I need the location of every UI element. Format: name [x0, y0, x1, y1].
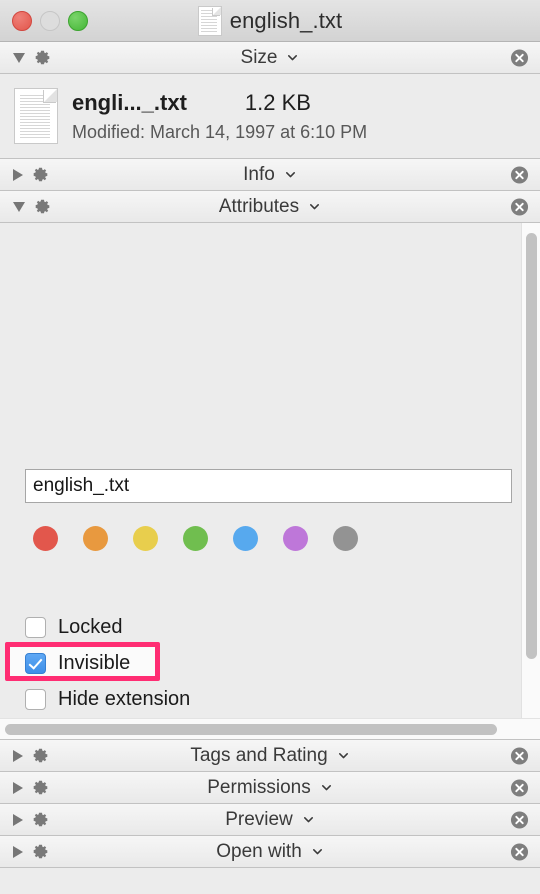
checkbox-label: Locked [58, 615, 123, 638]
color-tag-green[interactable] [183, 526, 208, 551]
window-title: english_.txt [229, 7, 343, 33]
gear-icon[interactable] [32, 843, 49, 860]
gear-icon[interactable] [32, 166, 49, 183]
disclosure-triangle-icon[interactable] [13, 52, 25, 63]
section-permissions-controls [0, 779, 49, 796]
document-icon [14, 88, 58, 144]
section-header-attributes[interactable]: Attributes [0, 191, 540, 223]
section-title: Attributes [218, 195, 300, 217]
checkbox-invisible[interactable] [25, 652, 46, 674]
section-preview-title-group: Preview [0, 809, 540, 831]
section-header-open-with[interactable]: Open with [0, 836, 540, 868]
section-tags-and-rating-controls [0, 747, 49, 764]
color-tag-yellow[interactable] [133, 526, 158, 551]
section-open-with-controls [0, 843, 49, 860]
section-size-controls [0, 49, 51, 66]
checkbox-hide-extension[interactable] [25, 688, 46, 710]
section-size-title-group: Size [0, 47, 540, 69]
disclosure-triangle-icon[interactable] [13, 168, 23, 181]
section-attributes-controls [0, 198, 51, 215]
file-size-label: 1.2 KB [244, 89, 311, 115]
close-circle-icon[interactable] [510, 197, 529, 216]
section-header-size[interactable]: Size [0, 42, 540, 74]
gear-icon[interactable] [34, 49, 51, 66]
chevron-down-icon[interactable] [311, 845, 324, 858]
chevron-down-icon[interactable] [337, 749, 350, 762]
gear-icon[interactable] [32, 811, 49, 828]
file-name-label: engli..._.txt [72, 89, 187, 115]
collapsed-sections-list: Tags and Rating Permissions Preview Open wi… [0, 740, 540, 868]
checkbox-row-hide-extension[interactable]: Hide extension [25, 681, 190, 717]
gear-icon[interactable] [32, 779, 49, 796]
horizontal-scrollbar-thumb[interactable] [5, 724, 497, 735]
traffic-light-buttons [12, 11, 88, 31]
close-window-button[interactable] [12, 11, 32, 31]
document-icon [197, 5, 222, 36]
attribute-checkbox-list: LockedInvisibleHide extensionStationery … [25, 609, 190, 718]
section-info-title-group: Info [0, 164, 540, 186]
section-tags-and-rating-title-group: Tags and Rating [0, 745, 540, 767]
vertical-scrollbar-thumb[interactable] [526, 233, 537, 659]
close-circle-icon[interactable] [510, 778, 529, 797]
color-tag-blue[interactable] [233, 526, 258, 551]
size-name-and-size-row: engli..._.txt 1.2 KB [72, 90, 522, 116]
zoom-window-button[interactable] [68, 11, 88, 31]
minimize-window-button[interactable] [40, 11, 60, 31]
color-tag-red[interactable] [33, 526, 58, 551]
close-circle-icon[interactable] [510, 48, 529, 67]
horizontal-scrollbar[interactable] [0, 718, 540, 740]
chevron-down-icon[interactable] [284, 168, 297, 181]
section-info-controls [0, 166, 49, 183]
checkbox-label: Invisible [58, 651, 131, 674]
section-title: Tags and Rating [190, 744, 328, 766]
section-header-preview[interactable]: Preview [0, 804, 540, 836]
section-title: Permissions [207, 776, 311, 798]
close-circle-icon[interactable] [510, 165, 529, 184]
gear-icon[interactable] [34, 198, 51, 215]
section-title: Preview [225, 808, 293, 830]
close-circle-icon[interactable] [510, 810, 529, 829]
chevron-down-icon[interactable] [286, 51, 299, 64]
chevron-down-icon[interactable] [308, 200, 321, 213]
close-circle-icon[interactable] [510, 842, 529, 861]
checkbox-row-locked[interactable]: Locked [25, 609, 190, 645]
chevron-down-icon[interactable] [320, 781, 333, 794]
file-info-window: english_.txt Size engli..._.txt 1.2 KB M… [0, 0, 540, 894]
disclosure-triangle-icon[interactable] [13, 781, 23, 794]
section-title: Open with [216, 840, 302, 862]
size-section-body: engli..._.txt 1.2 KB Modified: March 14,… [0, 74, 540, 159]
disclosure-triangle-icon[interactable] [13, 749, 23, 762]
section-permissions-title-group: Permissions [0, 777, 540, 799]
disclosure-triangle-icon[interactable] [13, 813, 23, 826]
checkbox-label: Hide extension [58, 687, 191, 710]
section-title: Info [243, 163, 275, 185]
section-preview-controls [0, 811, 49, 828]
chevron-down-icon[interactable] [302, 813, 315, 826]
gear-icon[interactable] [32, 747, 49, 764]
window-titlebar: english_.txt [0, 0, 540, 42]
color-tag-orange[interactable] [83, 526, 108, 551]
section-attributes-title-group: Attributes [0, 196, 540, 218]
file-name-input[interactable] [25, 469, 512, 503]
color-tag-purple[interactable] [283, 526, 308, 551]
color-tag-gray[interactable] [333, 526, 358, 551]
section-open-with-title-group: Open with [0, 841, 540, 863]
section-title: Size [240, 46, 278, 68]
vertical-scrollbar[interactable] [521, 223, 540, 718]
section-header-info[interactable]: Info [0, 159, 540, 191]
color-tag-swatches [33, 526, 358, 551]
disclosure-triangle-icon[interactable] [13, 845, 23, 858]
close-circle-icon[interactable] [510, 746, 529, 765]
file-modified-label: Modified: March 14, 1997 at 6:10 PM [72, 121, 368, 142]
section-header-tags-and-rating[interactable]: Tags and Rating [0, 740, 540, 772]
disclosure-triangle-icon[interactable] [13, 201, 25, 212]
attributes-section-body: LockedInvisibleHide extensionStationery … [0, 223, 540, 718]
size-details: engli..._.txt 1.2 KB Modified: March 14,… [72, 90, 522, 143]
checkbox-locked[interactable] [25, 616, 46, 638]
checkbox-row-invisible[interactable]: Invisible [25, 645, 190, 681]
section-header-permissions[interactable]: Permissions [0, 772, 540, 804]
